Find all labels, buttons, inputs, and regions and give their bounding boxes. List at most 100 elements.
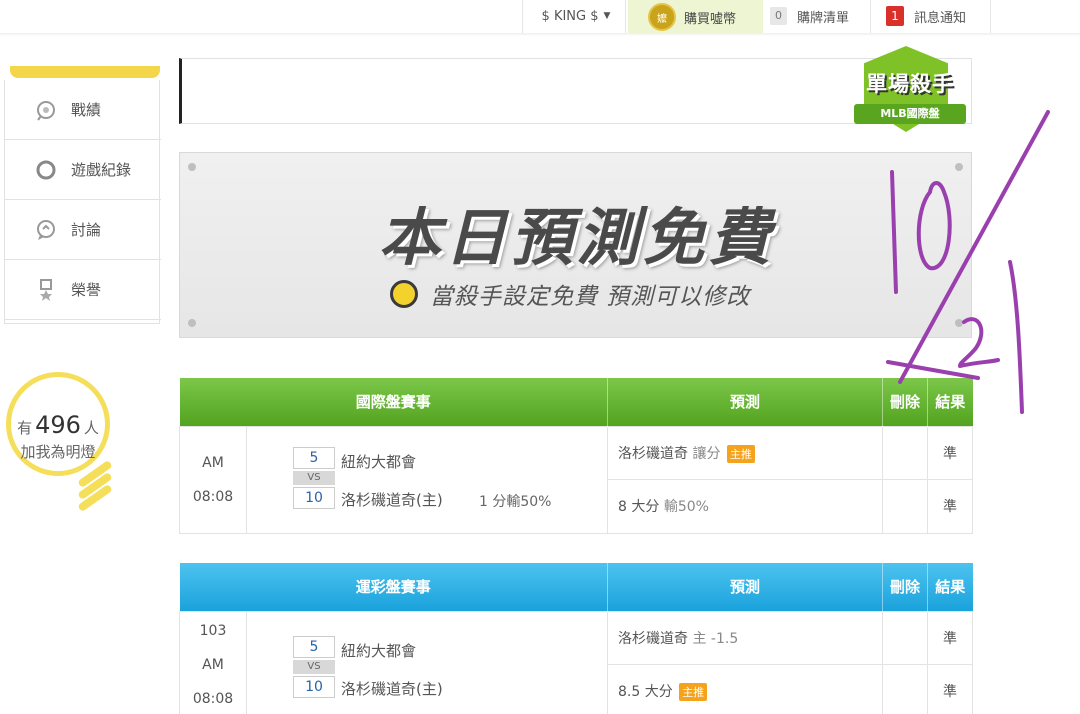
divider xyxy=(990,0,991,34)
match-time-cell: 103 AM 08:08 xyxy=(179,610,247,714)
col-header-delete: 刪除 xyxy=(882,563,928,611)
divider xyxy=(522,0,523,34)
bulb-base-icon xyxy=(76,459,114,514)
divider xyxy=(625,0,626,34)
coin-icon: 嬤 xyxy=(648,3,676,31)
table-header: 國際盤賽事 預測 刪除 結果 xyxy=(179,378,973,426)
badge-title: 單場殺手 xyxy=(866,72,954,96)
fans-prefix: 有 xyxy=(17,419,33,437)
prediction-main: 洛杉磯道奇 xyxy=(618,630,689,647)
sidebar-tab xyxy=(10,66,160,78)
trophy-icon xyxy=(35,99,57,121)
divider xyxy=(870,0,871,34)
banner-title: 本日預測免費 xyxy=(378,201,775,274)
buy-coins-label: 購買噓幣 xyxy=(684,11,737,27)
banner-subtitle: 當殺手設定免費 預測可以修改 xyxy=(430,284,751,310)
home-score: 10 xyxy=(293,486,335,509)
away-team[interactable]: 紐約大都會 xyxy=(341,451,416,472)
away-team[interactable]: 紐約大都會 xyxy=(341,640,416,661)
match-cell: 5 VS 10 紐約大都會 洛杉磯道奇(主) 1 分輸50% xyxy=(245,425,609,534)
match-time: AM 08:08 xyxy=(192,656,234,707)
match-cell: 5 VS 10 紐約大都會 洛杉磯道奇(主) xyxy=(245,610,609,714)
fans-bulb[interactable]: 有 496 人 加我為明燈 xyxy=(6,372,110,476)
cart-label: 購牌清單 xyxy=(797,10,850,26)
fans-count-line: 有 496 人 xyxy=(11,411,105,439)
col-header-prediction: 預測 xyxy=(607,563,883,611)
sidebar-item-label: 戰績 xyxy=(71,101,102,119)
buy-coins-button[interactable]: 嬤 購買噓幣 xyxy=(628,0,763,34)
user-name: $ KING $ xyxy=(541,8,599,24)
topbar-shadow xyxy=(0,33,1080,36)
prediction-cell: 洛杉磯道奇 主 -1.5 xyxy=(607,610,884,665)
medal-icon xyxy=(35,278,57,301)
sidebar-item-record[interactable]: 戰績 xyxy=(5,80,161,140)
vs-label: VS xyxy=(293,659,335,674)
screw-icon xyxy=(955,163,963,171)
notify-label: 訊息通知 xyxy=(914,10,967,26)
cart-link[interactable]: 0 購牌清單 xyxy=(770,0,849,32)
screw-icon xyxy=(955,319,963,327)
handicap: 1 分輸50% xyxy=(479,493,552,510)
col-header-result: 結果 xyxy=(927,378,973,426)
home-team[interactable]: 洛杉磯道奇(主) xyxy=(341,678,443,699)
caret-down-icon: ▼ xyxy=(603,11,611,21)
sports-lottery-table: 運彩盤賽事 預測 刪除 結果 103 AM 08:08 5 VS 10 紐約大都… xyxy=(179,563,974,714)
col-header-delete: 刪除 xyxy=(882,378,928,426)
result-cell: 準 xyxy=(927,479,974,534)
delete-cell[interactable] xyxy=(882,610,929,665)
fans-suffix: 人 xyxy=(83,419,99,437)
home-team[interactable]: 洛杉磯道奇(主) xyxy=(341,489,443,510)
prediction-main: 8 大分 xyxy=(618,499,660,516)
sidebar-menu: 戰績 遊戲紀錄 討論 榮譽 xyxy=(4,80,161,324)
prediction-cell: 洛杉磯道奇 讓分 主推 xyxy=(607,425,884,480)
page: $ KING $ ▼ 嬤 購買噓幣 0 購牌清單 1 訊息通知 戰績 遊戲紀錄 … xyxy=(0,0,1080,714)
delete-cell[interactable] xyxy=(882,664,929,714)
home-score: 10 xyxy=(293,675,335,698)
prediction-main: 8.5 大分 xyxy=(618,684,673,701)
fans-count: 496 xyxy=(35,411,81,439)
sidebar-item-honor[interactable]: 榮譽 xyxy=(5,260,161,320)
sidebar: 戰績 遊戲紀錄 討論 榮譽 有 496 人 加我為明燈 xyxy=(0,36,161,714)
badge-ribbon: MLB國際盤 xyxy=(854,104,966,124)
featured-tag: 主推 xyxy=(679,683,708,702)
sidebar-item-label: 遊戲紀錄 xyxy=(71,161,132,179)
sidebar-item-label: 榮譽 xyxy=(71,281,102,299)
prediction-sub: 主 -1.5 xyxy=(692,630,739,647)
featured-tag: 主推 xyxy=(726,444,755,463)
fans-cta: 加我為明燈 xyxy=(20,443,96,461)
lightbulb-icon xyxy=(390,280,418,308)
vs-label: VS xyxy=(293,470,335,485)
col-header-result: 結果 xyxy=(927,563,973,611)
chat-icon xyxy=(35,219,57,241)
prediction-cell: 8 大分 輸50% xyxy=(607,479,884,534)
delete-cell[interactable] xyxy=(882,425,929,480)
notify-count-badge: 1 xyxy=(886,6,904,26)
away-score: 5 xyxy=(293,446,335,469)
circle-icon xyxy=(35,159,57,181)
prediction-sub: 輸50% xyxy=(663,499,709,516)
col-header-match: 運彩盤賽事 xyxy=(179,563,608,611)
user-menu[interactable]: $ KING $ ▼ xyxy=(528,0,624,32)
cart-count-badge: 0 xyxy=(770,7,787,25)
away-score: 5 xyxy=(293,635,335,658)
table-row: AM 08:08 5 VS 10 紐約大都會 洛杉磯道奇(主) 1 分輸50% … xyxy=(179,425,974,534)
col-header-match: 國際盤賽事 xyxy=(179,378,608,426)
prediction-sub: 讓分 xyxy=(692,445,721,462)
single-killer-badge: 單場殺手 MLB國際盤 xyxy=(850,46,970,134)
table-row: 103 AM 08:08 5 VS 10 紐約大都會 洛杉磯道奇(主) 洛杉磯道… xyxy=(179,610,974,714)
delete-cell[interactable] xyxy=(882,479,929,534)
sidebar-item-game-log[interactable]: 遊戲紀錄 xyxy=(5,140,161,200)
screw-icon xyxy=(188,163,196,171)
match-time: AM 08:08 xyxy=(179,425,247,534)
free-prediction-banner: 本日預測免費 當殺手設定免費 預測可以修改 xyxy=(179,152,972,338)
sidebar-item-discussion[interactable]: 討論 xyxy=(5,200,161,260)
sidebar-item-label: 討論 xyxy=(71,221,102,239)
notifications-link[interactable]: 1 訊息通知 xyxy=(886,0,966,32)
banner-subtitle-row: 當殺手設定免費 預測可以修改 xyxy=(390,277,750,311)
prediction-cell: 8.5 大分 主推 xyxy=(607,664,884,714)
table-header: 運彩盤賽事 預測 刪除 結果 xyxy=(179,563,973,611)
screw-icon xyxy=(188,319,196,327)
result-cell: 準 xyxy=(927,425,974,480)
top-bar: $ KING $ ▼ 嬤 購買噓幣 0 購牌清單 1 訊息通知 xyxy=(0,0,1080,36)
prediction-main: 洛杉磯道奇 xyxy=(618,445,689,462)
